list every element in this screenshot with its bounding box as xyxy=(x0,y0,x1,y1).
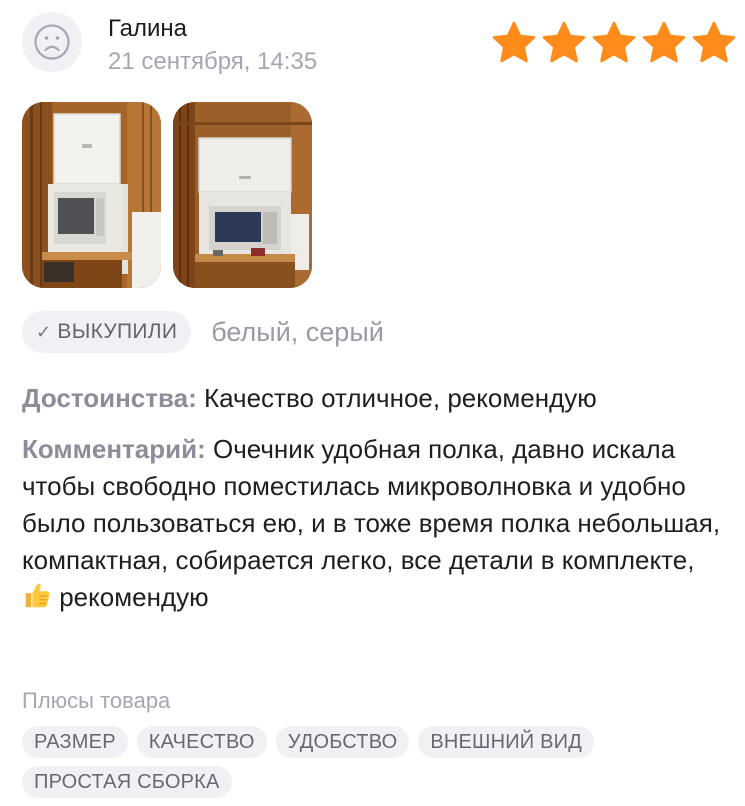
photo-microwave-shelf-1[interactable] xyxy=(22,102,161,288)
star-icon xyxy=(642,21,686,63)
product-variant: белый, серый xyxy=(211,316,384,347)
checkmark-icon: ✓ xyxy=(36,321,52,342)
status-row: ✓ ВЫКУПИЛИ белый, серый xyxy=(22,311,384,353)
review-header: Галина 21 сентября, 14:35 xyxy=(22,12,737,75)
plus-tag: ПРОСТАЯ СБОРКА xyxy=(22,766,232,798)
bought-label: ВЫКУПИЛИ xyxy=(57,320,178,343)
comment-text-end: рекомендую xyxy=(52,582,209,612)
avatar[interactable] xyxy=(22,12,82,72)
photo-microwave-shelf-2[interactable] xyxy=(173,102,312,288)
plus-tag: УДОБСТВО xyxy=(275,726,410,758)
star-icon xyxy=(592,21,636,63)
bought-badge: ✓ ВЫКУПИЛИ xyxy=(22,311,192,353)
thumbs-up-icon xyxy=(25,583,50,608)
pluses-tags: РАЗМЕР КАЧЕСТВО УДОБСТВО ВНЕШНИЙ ВИД ПРОСТАЯ… xyxy=(22,726,722,798)
star-rating xyxy=(491,20,737,66)
plus-tag: ВНЕШНИЙ ВИД xyxy=(418,726,594,758)
star-icon xyxy=(542,21,586,63)
advantages-section: Достоинства: Качество отличное, рекоменд… xyxy=(22,380,727,417)
author-name: Галина xyxy=(108,15,188,42)
star-icon xyxy=(492,21,536,63)
plus-tag: РАЗМЕР xyxy=(22,726,128,758)
review-photos xyxy=(22,102,312,288)
star-icon xyxy=(692,21,736,63)
advantages-label: Достоинства: xyxy=(22,383,197,413)
sad-face-icon xyxy=(34,24,70,60)
review-date: 21 сентября, 14:35 xyxy=(108,48,318,75)
plus-tag: КАЧЕСТВО xyxy=(136,726,267,758)
comment-label: Комментарий: xyxy=(22,434,206,464)
comment-section: Комментарий: Очечник удобная полка, давн… xyxy=(22,431,727,616)
pluses-title: Плюсы товара xyxy=(22,688,171,713)
advantages-text: Качество отличное, рекомендую xyxy=(196,383,597,413)
